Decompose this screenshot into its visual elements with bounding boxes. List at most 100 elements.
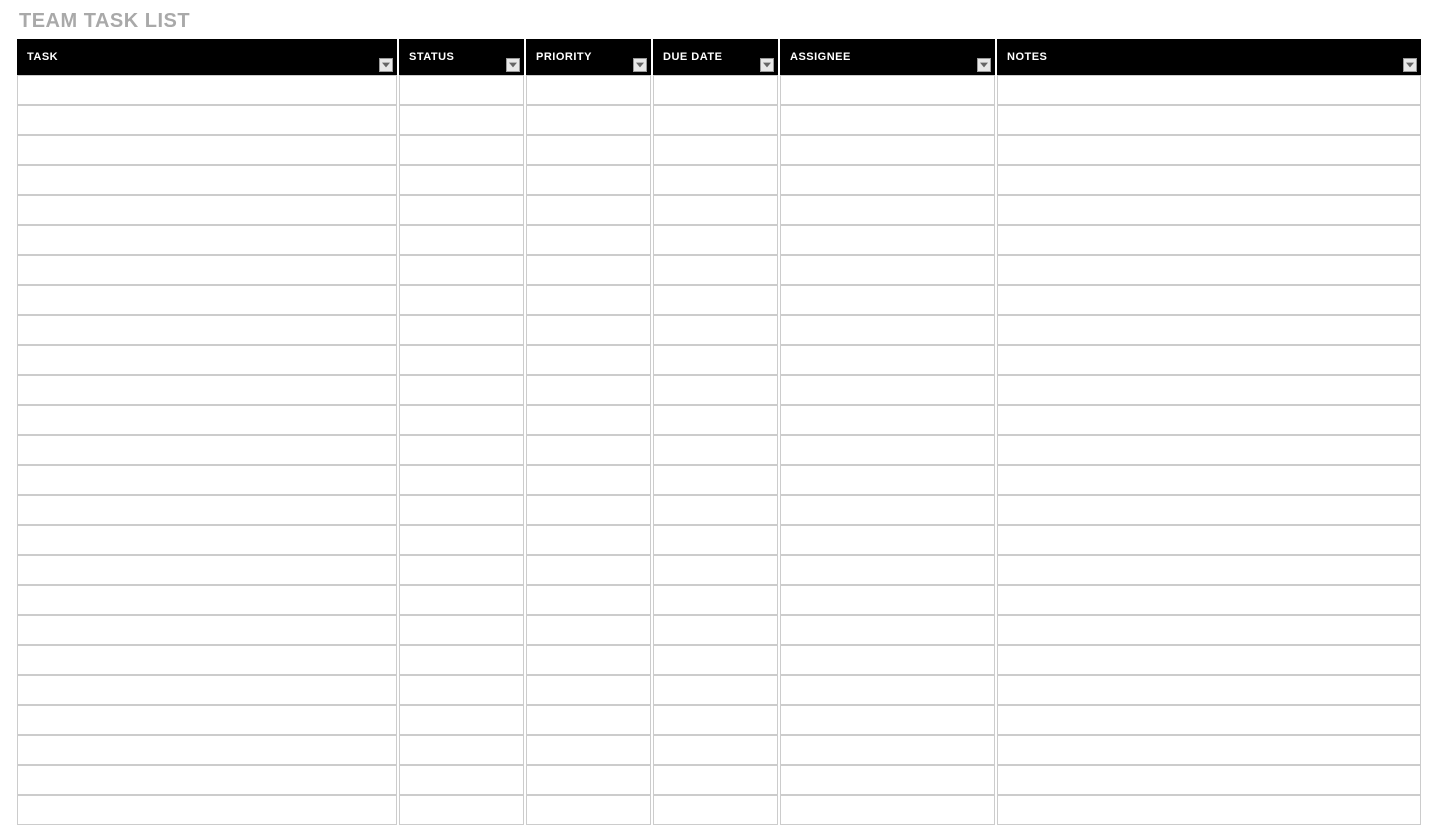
cell-task[interactable] xyxy=(17,765,397,795)
cell-due_date[interactable] xyxy=(653,555,778,585)
cell-due_date[interactable] xyxy=(653,585,778,615)
cell-priority[interactable] xyxy=(526,135,651,165)
cell-status[interactable] xyxy=(399,255,524,285)
cell-priority[interactable] xyxy=(526,435,651,465)
filter-dropdown-icon[interactable] xyxy=(506,58,520,72)
cell-assignee[interactable] xyxy=(780,75,995,105)
cell-due_date[interactable] xyxy=(653,495,778,525)
cell-due_date[interactable] xyxy=(653,705,778,735)
cell-priority[interactable] xyxy=(526,525,651,555)
cell-assignee[interactable] xyxy=(780,375,995,405)
cell-assignee[interactable] xyxy=(780,675,995,705)
cell-task[interactable] xyxy=(17,135,397,165)
cell-assignee[interactable] xyxy=(780,435,995,465)
cell-assignee[interactable] xyxy=(780,285,995,315)
cell-status[interactable] xyxy=(399,525,524,555)
cell-status[interactable] xyxy=(399,75,524,105)
cell-priority[interactable] xyxy=(526,375,651,405)
cell-priority[interactable] xyxy=(526,225,651,255)
cell-notes[interactable] xyxy=(997,75,1421,105)
cell-status[interactable] xyxy=(399,435,524,465)
cell-notes[interactable] xyxy=(997,255,1421,285)
cell-due_date[interactable] xyxy=(653,735,778,765)
cell-task[interactable] xyxy=(17,375,397,405)
cell-status[interactable] xyxy=(399,135,524,165)
cell-assignee[interactable] xyxy=(780,735,995,765)
cell-due_date[interactable] xyxy=(653,105,778,135)
cell-priority[interactable] xyxy=(526,465,651,495)
cell-assignee[interactable] xyxy=(780,495,995,525)
cell-notes[interactable] xyxy=(997,375,1421,405)
cell-status[interactable] xyxy=(399,225,524,255)
cell-notes[interactable] xyxy=(997,285,1421,315)
cell-assignee[interactable] xyxy=(780,105,995,135)
cell-priority[interactable] xyxy=(526,195,651,225)
cell-priority[interactable] xyxy=(526,315,651,345)
cell-task[interactable] xyxy=(17,105,397,135)
cell-due_date[interactable] xyxy=(653,375,778,405)
cell-task[interactable] xyxy=(17,225,397,255)
cell-task[interactable] xyxy=(17,345,397,375)
cell-priority[interactable] xyxy=(526,585,651,615)
cell-status[interactable] xyxy=(399,795,524,825)
cell-assignee[interactable] xyxy=(780,795,995,825)
cell-assignee[interactable] xyxy=(780,345,995,375)
cell-priority[interactable] xyxy=(526,645,651,675)
cell-due_date[interactable] xyxy=(653,435,778,465)
cell-priority[interactable] xyxy=(526,405,651,435)
filter-dropdown-icon[interactable] xyxy=(760,58,774,72)
filter-dropdown-icon[interactable] xyxy=(1403,58,1417,72)
cell-task[interactable] xyxy=(17,315,397,345)
cell-due_date[interactable] xyxy=(653,255,778,285)
cell-priority[interactable] xyxy=(526,735,651,765)
cell-status[interactable] xyxy=(399,315,524,345)
cell-assignee[interactable] xyxy=(780,195,995,225)
cell-assignee[interactable] xyxy=(780,225,995,255)
cell-notes[interactable] xyxy=(997,765,1421,795)
cell-notes[interactable] xyxy=(997,705,1421,735)
cell-task[interactable] xyxy=(17,465,397,495)
cell-priority[interactable] xyxy=(526,495,651,525)
cell-due_date[interactable] xyxy=(653,465,778,495)
cell-due_date[interactable] xyxy=(653,405,778,435)
cell-task[interactable] xyxy=(17,555,397,585)
cell-status[interactable] xyxy=(399,495,524,525)
cell-due_date[interactable] xyxy=(653,345,778,375)
cell-status[interactable] xyxy=(399,735,524,765)
cell-status[interactable] xyxy=(399,705,524,735)
cell-due_date[interactable] xyxy=(653,225,778,255)
cell-task[interactable] xyxy=(17,615,397,645)
cell-notes[interactable] xyxy=(997,735,1421,765)
cell-priority[interactable] xyxy=(526,765,651,795)
cell-priority[interactable] xyxy=(526,285,651,315)
cell-assignee[interactable] xyxy=(780,555,995,585)
cell-notes[interactable] xyxy=(997,195,1421,225)
cell-priority[interactable] xyxy=(526,255,651,285)
cell-priority[interactable] xyxy=(526,165,651,195)
cell-notes[interactable] xyxy=(997,135,1421,165)
cell-notes[interactable] xyxy=(997,795,1421,825)
cell-due_date[interactable] xyxy=(653,195,778,225)
cell-task[interactable] xyxy=(17,405,397,435)
cell-notes[interactable] xyxy=(997,315,1421,345)
cell-due_date[interactable] xyxy=(653,675,778,705)
cell-priority[interactable] xyxy=(526,705,651,735)
cell-status[interactable] xyxy=(399,405,524,435)
cell-assignee[interactable] xyxy=(780,165,995,195)
cell-notes[interactable] xyxy=(997,435,1421,465)
cell-status[interactable] xyxy=(399,645,524,675)
cell-task[interactable] xyxy=(17,495,397,525)
cell-status[interactable] xyxy=(399,375,524,405)
cell-priority[interactable] xyxy=(526,75,651,105)
cell-notes[interactable] xyxy=(997,465,1421,495)
cell-assignee[interactable] xyxy=(780,135,995,165)
cell-notes[interactable] xyxy=(997,555,1421,585)
cell-assignee[interactable] xyxy=(780,405,995,435)
cell-task[interactable] xyxy=(17,735,397,765)
cell-priority[interactable] xyxy=(526,795,651,825)
cell-status[interactable] xyxy=(399,165,524,195)
cell-status[interactable] xyxy=(399,105,524,135)
cell-status[interactable] xyxy=(399,465,524,495)
cell-status[interactable] xyxy=(399,345,524,375)
cell-priority[interactable] xyxy=(526,105,651,135)
